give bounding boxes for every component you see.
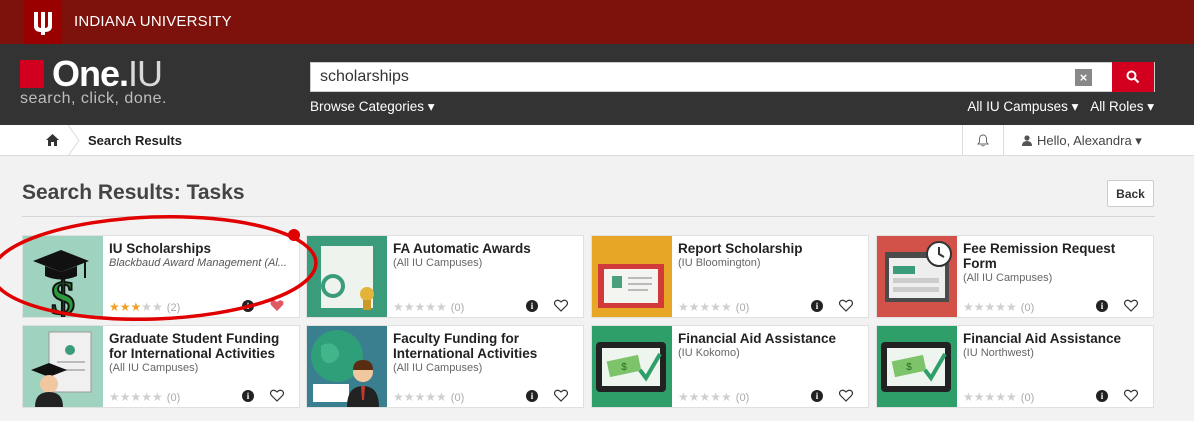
card-title[interactable]: Financial Aid Assistance [963,331,1149,346]
bell-icon [977,134,989,147]
awards-document-icon [307,236,387,317]
notifications-button[interactable] [962,125,1004,156]
task-card[interactable]: $ Financial Aid Assistance (IU Northwest… [876,325,1154,408]
browser-clock-icon [877,236,957,317]
search-icon [1126,70,1140,84]
info-icon[interactable]: i [811,300,823,312]
user-icon [1022,135,1032,146]
info-icon[interactable]: i [811,390,823,402]
card-title[interactable]: Report Scholarship [678,241,864,256]
star-rating[interactable]: ★★★★★ (0) [393,300,464,314]
star-rating[interactable]: ★★★★★ (0) [963,300,1034,314]
filter-dropdowns: All IU Campuses ▾ All Roles ▾ [959,99,1154,115]
info-icon[interactable]: i [526,300,538,312]
card-subtitle: (IU Northwest) [963,347,1034,359]
tablet-money-icon: $ [592,326,672,407]
card-title[interactable]: Fee Remission Request Form [963,241,1149,271]
card-subtitle: (All IU Campuses) [393,362,483,374]
campus-dropdown[interactable]: All IU Campuses ▾ [967,99,1078,114]
search-bar: × [310,62,1155,92]
breadcrumb-separator [68,125,80,156]
task-card[interactable]: Report Scholarship (IU Bloomington) ★★★★… [591,235,869,318]
task-card[interactable]: FA Automatic Awards (All IU Campuses) ★★… [306,235,584,318]
heart-icon[interactable] [554,299,568,312]
info-icon[interactable]: i [526,390,538,402]
certificate-icon [592,236,672,317]
card-title[interactable]: FA Automatic Awards [393,241,579,256]
card-subtitle: (All IU Campuses) [963,272,1053,284]
info-icon[interactable]: i [1096,300,1108,312]
star-rating[interactable]: ★★★★★ (0) [109,390,180,404]
logo-mark [20,60,44,88]
card-title[interactable]: Faculty Funding for International Activi… [393,331,579,361]
svg-text:$: $ [621,362,627,373]
task-card[interactable]: Faculty Funding for International Activi… [306,325,584,408]
clear-search-button[interactable]: × [1075,69,1092,86]
card-title[interactable]: Graduate Student Funding for Internation… [109,331,295,361]
card-subtitle: (IU Kokomo) [678,347,740,359]
one-iu-logo[interactable]: One.IU search, click, done. [20,52,250,112]
faculty-globe-icon [307,326,387,407]
heart-icon[interactable] [839,389,853,402]
tablet-money-icon: $ [877,326,957,407]
card-subtitle: (IU Bloomington) [678,257,761,269]
iu-top-bar: INDIANA UNIVERSITY [0,0,1194,44]
heart-icon[interactable] [1124,299,1138,312]
graduate-clipboard-icon [23,326,103,407]
card-subtitle: (All IU Campuses) [109,362,199,374]
university-name[interactable]: INDIANA UNIVERSITY [74,13,232,30]
annotation-ellipse [0,214,318,322]
page-title: Search Results: Tasks [22,181,245,204]
heart-icon[interactable] [1124,389,1138,402]
star-rating[interactable]: ★★★★★ (0) [393,390,464,404]
info-icon[interactable]: i [1096,390,1108,402]
star-rating[interactable]: ★★★★★ (0) [678,390,749,404]
trident-icon[interactable] [24,0,62,44]
browse-categories-dropdown[interactable]: Browse Categories ▾ [310,99,435,115]
star-rating[interactable]: ★★★★★ (0) [678,300,749,314]
roles-dropdown[interactable]: All Roles ▾ [1090,99,1154,114]
breadcrumb: Search Results Hello, Alexandra ▾ [0,125,1194,156]
task-card[interactable]: $ Financial Aid Assistance (IU Kokomo) ★… [591,325,869,408]
search-input[interactable] [311,63,1071,91]
breadcrumb-current: Search Results [88,133,182,148]
card-title[interactable]: Financial Aid Assistance [678,331,864,346]
info-icon[interactable]: i [242,390,254,402]
task-card[interactable]: Graduate Student Funding for Internation… [22,325,300,408]
back-button[interactable]: Back [1107,180,1154,207]
search-button[interactable] [1112,62,1154,92]
one-iu-header: One.IU search, click, done. × Browse Cat… [0,44,1194,125]
svg-text:$: $ [906,362,912,373]
task-card[interactable]: Fee Remission Request Form (All IU Campu… [876,235,1154,318]
logo-tagline: search, click, done. [20,90,167,107]
star-rating[interactable]: ★★★★★ (0) [963,390,1034,404]
user-menu[interactable]: Hello, Alexandra ▾ [1022,133,1142,149]
card-subtitle: (All IU Campuses) [393,257,483,269]
home-icon[interactable] [46,134,59,146]
heart-icon[interactable] [554,389,568,402]
heart-icon[interactable] [270,389,284,402]
page: INDIANA UNIVERSITY One.IU search, click,… [0,0,1194,421]
heart-icon[interactable] [839,299,853,312]
